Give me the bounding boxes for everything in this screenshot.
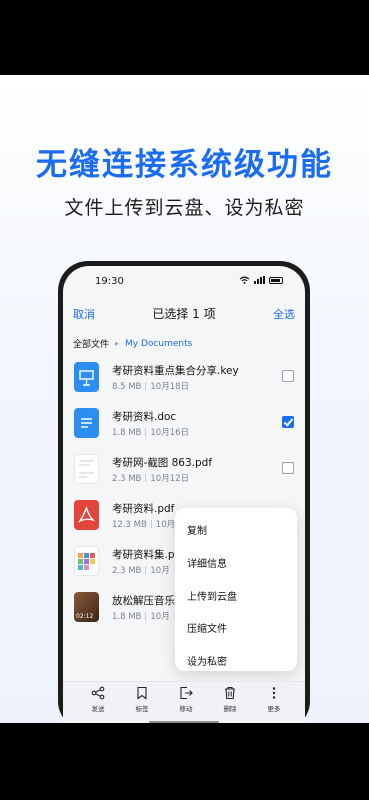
file-meta: 8.5 MB 10月18日 bbox=[112, 380, 189, 392]
file-name: 考研网-截图 863.pdf bbox=[112, 457, 213, 469]
file-date: 10月12日 bbox=[150, 474, 190, 484]
tag-label: 标签 bbox=[135, 705, 149, 713]
promo-subline: 文件上传到云盘、设为私密 bbox=[64, 197, 305, 219]
file-meta: 2.3 MB 10月 bbox=[112, 564, 170, 576]
file-name: 考研资料.pdf bbox=[112, 503, 175, 515]
delete-button[interactable]: 删除 bbox=[215, 686, 245, 713]
send-button[interactable]: 发送 bbox=[83, 686, 113, 713]
screen: 无缝连接系统级功能 文件上传到云盘、设为私密 19:30 取消 已选择 1 项 … bbox=[0, 0, 369, 800]
signal-icon bbox=[254, 276, 265, 284]
file-name: 考研资料.doc bbox=[112, 411, 177, 423]
video-thumbnail-icon: 02:12 bbox=[74, 592, 99, 622]
status-icons bbox=[239, 276, 283, 284]
status-time: 19:30 bbox=[95, 276, 124, 287]
breadcrumb-root[interactable]: 全部文件 bbox=[73, 337, 109, 350]
video-duration: 02:12 bbox=[76, 613, 94, 620]
file-size: 1.8 MB bbox=[112, 428, 142, 438]
more-vertical-icon bbox=[272, 687, 276, 699]
wifi-icon bbox=[239, 276, 250, 284]
selection-title: 已选择 1 项 bbox=[152, 307, 216, 321]
file-date: 10月 bbox=[150, 566, 170, 576]
file-date: 10月18日 bbox=[150, 382, 190, 392]
file-row[interactable]: 考研网-截图 863.pdf 2.3 MB 10月12日 bbox=[63, 448, 305, 494]
menu-item-copy[interactable]: 复制 bbox=[187, 522, 207, 537]
breadcrumb: 全部文件 ▸ My Documents bbox=[73, 337, 192, 351]
file-name: 考研资料重点集合分享.key bbox=[112, 365, 239, 377]
move-icon bbox=[180, 686, 193, 700]
breadcrumb-current[interactable]: My Documents bbox=[125, 339, 192, 349]
send-label: 发送 bbox=[91, 705, 105, 713]
pdf-thumbnail-icon bbox=[74, 454, 99, 484]
status-bar: 19:30 bbox=[63, 266, 305, 296]
file-meta: 12.3 MB 10月 bbox=[112, 518, 175, 530]
trash-icon bbox=[225, 686, 235, 700]
menu-item-details[interactable]: 详细信息 bbox=[187, 555, 227, 570]
bottom-toolbar: 发送 标签 移动 删除 更多 bbox=[63, 681, 305, 721]
file-date: 10月 bbox=[155, 520, 176, 530]
more-label: 更多 bbox=[267, 705, 281, 713]
file-meta: 1.8 MB 10月 bbox=[112, 610, 170, 622]
file-size: 12.3 MB bbox=[112, 520, 147, 530]
phone-frame: 19:30 取消 已选择 1 项 全选 全部文件 ▸ My Documents … bbox=[58, 261, 310, 723]
keynote-icon bbox=[74, 362, 99, 392]
context-menu: 复制 详细信息 上传到云盘 压缩文件 设为私密 bbox=[175, 508, 297, 671]
file-meta: 1.8 MB 10月16日 bbox=[112, 426, 189, 438]
delete-label: 删除 bbox=[223, 705, 237, 713]
phone-screen: 19:30 取消 已选择 1 项 全选 全部文件 ▸ My Documents … bbox=[63, 266, 305, 723]
share-icon bbox=[91, 686, 105, 700]
promo-card: 无缝连接系统级功能 文件上传到云盘、设为私密 19:30 取消 已选择 1 项 … bbox=[0, 75, 369, 723]
pdf-icon bbox=[74, 500, 99, 530]
tag-button[interactable]: 标签 bbox=[127, 686, 157, 713]
select-checkbox-checked[interactable] bbox=[282, 416, 294, 428]
select-checkbox[interactable] bbox=[282, 370, 294, 382]
promo-headline: 无缝连接系统级功能 bbox=[36, 147, 333, 183]
home-indicator bbox=[149, 721, 219, 723]
file-row[interactable]: 考研资料.doc 1.8 MB 10月16日 bbox=[63, 402, 305, 448]
file-size: 8.5 MB bbox=[112, 382, 142, 392]
bookmark-icon bbox=[137, 686, 147, 700]
selection-bar: 取消 已选择 1 项 全选 bbox=[63, 302, 305, 324]
move-button[interactable]: 移动 bbox=[171, 686, 201, 713]
select-checkbox[interactable] bbox=[282, 462, 294, 474]
chevron-right-icon: ▸ bbox=[115, 339, 120, 348]
menu-item-upload-cloud[interactable]: 上传到云盘 bbox=[187, 588, 237, 603]
file-size: 2.3 MB bbox=[112, 566, 142, 576]
image-grid-icon bbox=[74, 546, 99, 576]
menu-item-compress[interactable]: 压缩文件 bbox=[187, 620, 227, 635]
file-size: 1.8 MB bbox=[112, 612, 142, 622]
file-name: 放松解压音乐 bbox=[112, 595, 175, 607]
select-all-button[interactable]: 全选 bbox=[273, 306, 295, 322]
file-meta: 2.3 MB 10月12日 bbox=[112, 472, 189, 484]
file-name: 考研资料集.p bbox=[112, 549, 175, 561]
doc-icon bbox=[74, 408, 99, 438]
move-label: 移动 bbox=[179, 705, 193, 713]
file-date: 10月 bbox=[150, 612, 170, 622]
file-row[interactable]: 考研资料重点集合分享.key 8.5 MB 10月18日 bbox=[63, 356, 305, 402]
file-date: 10月16日 bbox=[150, 428, 190, 438]
more-button[interactable]: 更多 bbox=[259, 686, 289, 713]
file-size: 2.3 MB bbox=[112, 474, 142, 484]
menu-item-set-private[interactable]: 设为私密 bbox=[187, 653, 227, 668]
battery-icon bbox=[269, 276, 283, 284]
